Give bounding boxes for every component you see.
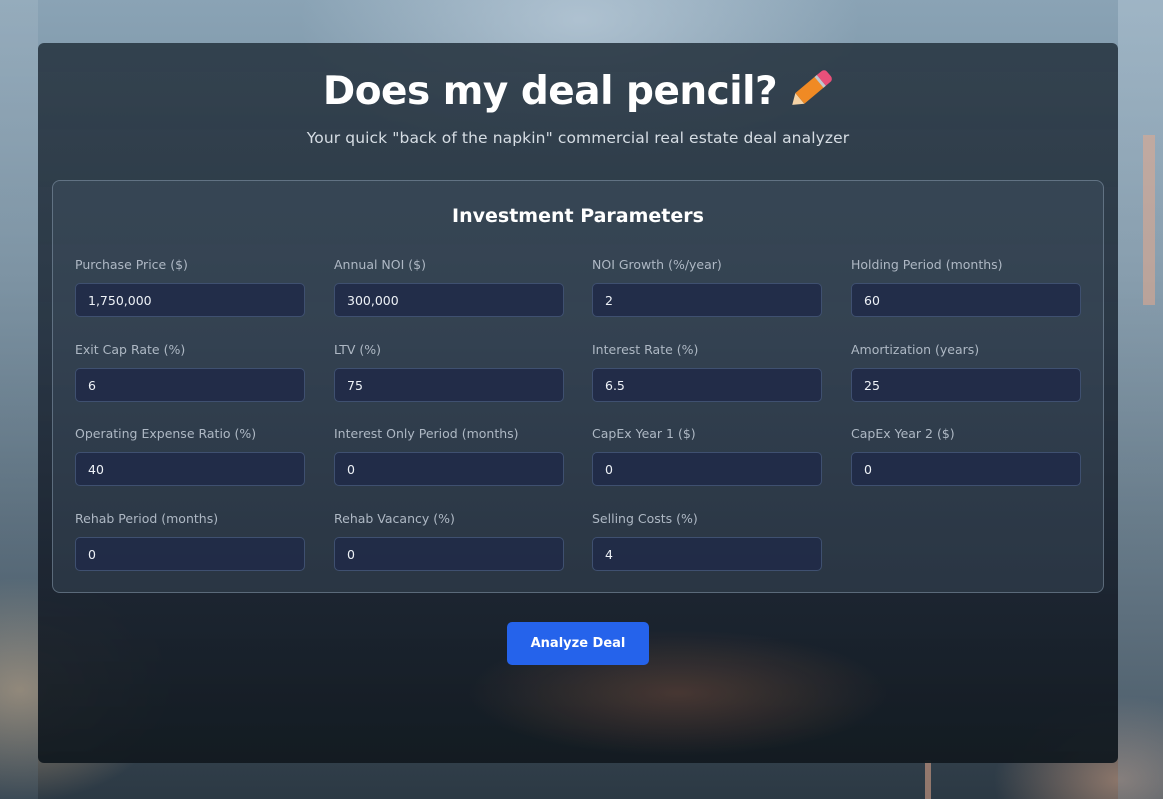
field-selling-costs: Selling Costs (%) bbox=[592, 511, 822, 571]
main-panel: Does my deal pencil? Your quick "back of… bbox=[38, 43, 1118, 763]
amortization-input[interactable] bbox=[851, 368, 1081, 402]
holding-period-input[interactable] bbox=[851, 283, 1081, 317]
rehab-vacancy-input[interactable] bbox=[334, 537, 564, 571]
background-light-bar bbox=[1143, 135, 1155, 305]
capex-year-1-input[interactable] bbox=[592, 452, 822, 486]
field-label: Annual NOI ($) bbox=[334, 257, 426, 272]
rehab-period-input[interactable] bbox=[75, 537, 305, 571]
field-label: Holding Period (months) bbox=[851, 257, 1003, 272]
field-interest-rate: Interest Rate (%) bbox=[592, 342, 822, 402]
field-label: Interest Only Period (months) bbox=[334, 426, 519, 441]
field-interest-only-period: Interest Only Period (months) bbox=[334, 426, 564, 486]
field-rehab-period: Rehab Period (months) bbox=[75, 511, 305, 571]
field-ltv: LTV (%) bbox=[334, 342, 564, 402]
exit-cap-rate-input[interactable] bbox=[75, 368, 305, 402]
page-title-text: Does my deal pencil? bbox=[322, 69, 778, 114]
field-label: Rehab Vacancy (%) bbox=[334, 511, 455, 526]
field-purchase-price: Purchase Price ($) bbox=[75, 257, 305, 317]
purchase-price-input[interactable] bbox=[75, 283, 305, 317]
analyze-deal-button[interactable]: Analyze Deal bbox=[507, 622, 649, 665]
ltv-input[interactable] bbox=[334, 368, 564, 402]
field-noi-growth: NOI Growth (%/year) bbox=[592, 257, 822, 317]
field-label: Purchase Price ($) bbox=[75, 257, 188, 272]
field-label: LTV (%) bbox=[334, 342, 382, 357]
background-left-edge bbox=[0, 0, 38, 799]
field-label: Amortization (years) bbox=[851, 342, 980, 357]
card-title: Investment Parameters bbox=[452, 205, 704, 227]
field-amortization: Amortization (years) bbox=[851, 342, 1081, 402]
operating-expense-ratio-input[interactable] bbox=[75, 452, 305, 486]
field-label: Selling Costs (%) bbox=[592, 511, 698, 526]
capex-year-2-input[interactable] bbox=[851, 452, 1081, 486]
interest-rate-input[interactable] bbox=[592, 368, 822, 402]
field-label: Rehab Period (months) bbox=[75, 511, 219, 526]
interest-only-period-input[interactable] bbox=[334, 452, 564, 486]
field-label: Operating Expense Ratio (%) bbox=[75, 426, 257, 441]
pencil-icon bbox=[776, 55, 842, 120]
background-right-edge bbox=[1118, 0, 1163, 799]
noi-growth-input[interactable] bbox=[592, 283, 822, 317]
field-label: Exit Cap Rate (%) bbox=[75, 342, 186, 357]
investment-parameters-card: Investment Parameters Purchase Price ($)… bbox=[52, 180, 1104, 593]
field-label: CapEx Year 1 ($) bbox=[592, 426, 696, 441]
field-rehab-vacancy: Rehab Vacancy (%) bbox=[334, 511, 564, 571]
field-label: NOI Growth (%/year) bbox=[592, 257, 722, 272]
annual-noi-input[interactable] bbox=[334, 283, 564, 317]
field-capex-year-2: CapEx Year 2 ($) bbox=[851, 426, 1081, 486]
field-capex-year-1: CapEx Year 1 ($) bbox=[592, 426, 822, 486]
field-annual-noi: Annual NOI ($) bbox=[334, 257, 564, 317]
field-operating-expense-ratio: Operating Expense Ratio (%) bbox=[75, 426, 305, 486]
field-holding-period: Holding Period (months) bbox=[851, 257, 1081, 317]
page-subtitle: Your quick "back of the napkin" commerci… bbox=[306, 129, 850, 147]
page-title: Does my deal pencil? bbox=[38, 68, 1118, 114]
field-exit-cap-rate: Exit Cap Rate (%) bbox=[75, 342, 305, 402]
selling-costs-input[interactable] bbox=[592, 537, 822, 571]
field-label: CapEx Year 2 ($) bbox=[851, 426, 955, 441]
field-label: Interest Rate (%) bbox=[592, 342, 699, 357]
background-light-bar bbox=[925, 760, 931, 799]
